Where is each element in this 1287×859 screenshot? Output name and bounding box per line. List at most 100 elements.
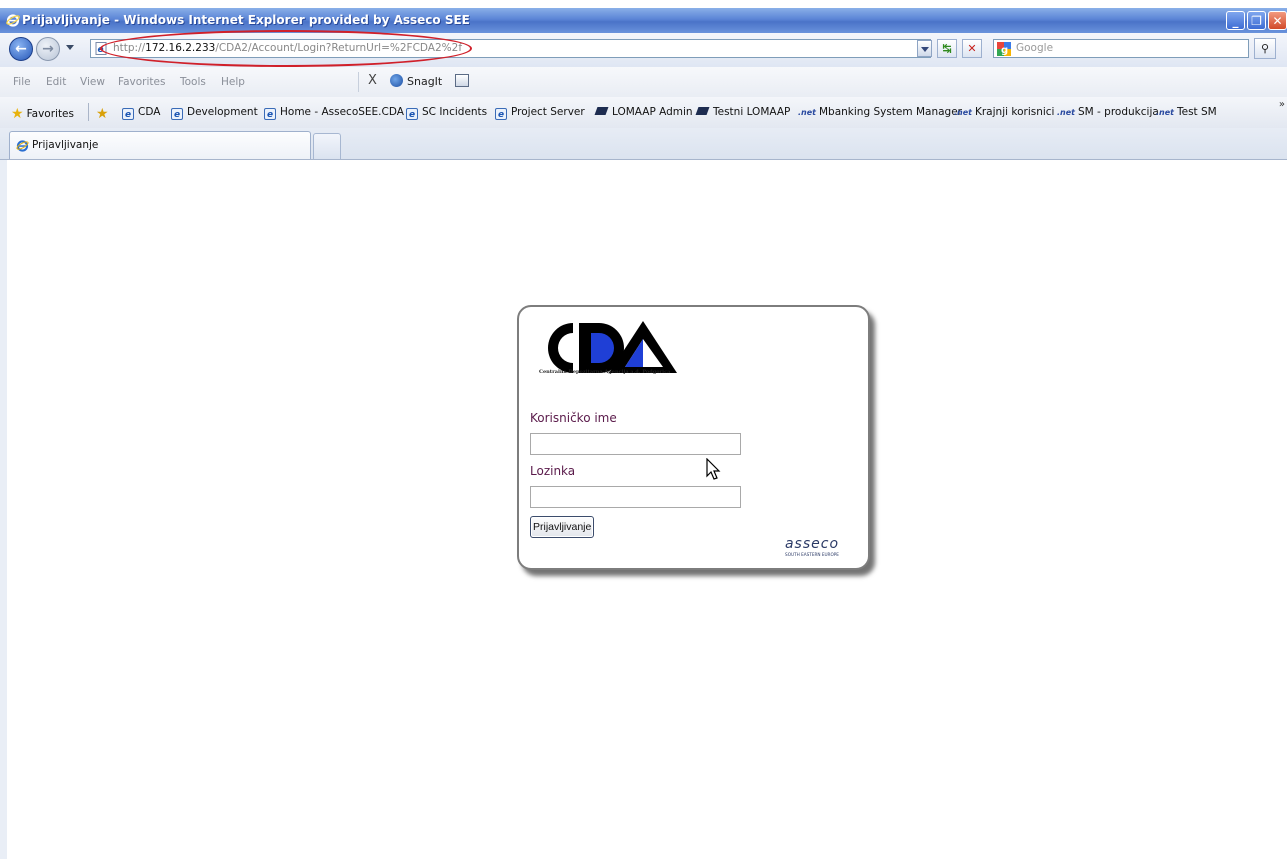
fav-label: Project Server <box>511 106 585 118</box>
favorites-separator <box>88 103 89 121</box>
search-placeholder: Google <box>1016 42 1054 54</box>
favorites-label: Favorites <box>26 108 74 120</box>
svg-text:g: g <box>1001 45 1008 56</box>
close-window-button[interactable]: ✕ <box>1268 11 1287 30</box>
window-title-bar[interactable]: Prijavljivanje - Windows Internet Explor… <box>0 8 1287 33</box>
login-panel: Centralna Depozitarna Agencija a.d. Podg… <box>517 305 870 570</box>
tab-label: Prijavljivanje <box>32 139 99 151</box>
menu-tools[interactable]: Tools <box>180 76 206 88</box>
chevron-right-icon[interactable]: » <box>1279 99 1285 110</box>
url-host: 172.16.2.233 <box>145 42 216 54</box>
fav-link-mbanking[interactable]: .net Mbanking System Manager <box>798 106 962 118</box>
asseco-brand-text: asseco <box>785 536 839 552</box>
favorites-button[interactable]: ★ Favorites <box>11 106 74 122</box>
menu-view[interactable]: View <box>80 76 105 88</box>
fav-link-testni-lomaap[interactable]: Testni LOMAAP <box>695 106 791 118</box>
ie-icon: e <box>264 108 276 120</box>
ie-icon: e <box>406 108 418 120</box>
menu-file[interactable]: File <box>13 76 31 88</box>
logo-subtitle: Centralna Depozitarna Agencija a.d. Podg… <box>539 369 671 375</box>
close-toolbar-button[interactable]: X <box>368 73 377 88</box>
fav-label: Test SM <box>1176 106 1217 118</box>
fav-label: Home - AssecoSEE.CDA <box>280 106 404 118</box>
history-dropdown-button[interactable] <box>66 45 74 50</box>
fav-label: LOMAAP Admin <box>612 106 693 118</box>
net-icon: .net <box>1156 108 1174 117</box>
fav-link-test-sm[interactable]: .net Test SM <box>1156 106 1217 118</box>
url-path: /CDA2/Account/Login?ReturnUrl=%2FCDA2%2f <box>215 42 463 54</box>
net-icon: .net <box>798 108 816 117</box>
search-button[interactable]: ⚲ <box>1254 38 1276 59</box>
menu-bar: File Edit View Favorites Tools Help X Sn… <box>0 67 1287 98</box>
net-icon: .net <box>1057 108 1075 117</box>
tab-strip: Prijavljivanje <box>0 128 1287 160</box>
fav-link-krajnji-korisnici[interactable]: .net Krajnji korisnici <box>954 106 1054 118</box>
ie-tab-icon <box>16 140 29 152</box>
username-input[interactable] <box>530 433 741 455</box>
tab-prijavljivanje[interactable]: Prijavljivanje <box>9 131 311 159</box>
asseco-logo: asseco SOUTH EASTERN EUROPE <box>785 536 839 557</box>
minimize-button[interactable]: _ <box>1226 11 1245 30</box>
address-dropdown-button[interactable] <box>917 40 932 57</box>
fav-link-project-server[interactable]: e Project Server <box>495 106 585 120</box>
google-icon: g <box>997 42 1011 56</box>
diamond-icon <box>594 107 609 115</box>
new-tab-button[interactable] <box>313 133 341 159</box>
back-button[interactable]: ← <box>9 37 33 61</box>
fav-label: SC Incidents <box>422 106 488 118</box>
fav-label: Krajnji korisnici <box>974 106 1055 118</box>
fav-label: Development <box>187 106 258 118</box>
login-button[interactable]: Prijavljivanje <box>530 516 595 538</box>
password-label: Lozinka <box>530 464 576 478</box>
fav-label: CDA <box>138 106 161 118</box>
menu-separator <box>358 72 359 92</box>
snagit-button[interactable]: SnagIt <box>390 74 442 88</box>
add-favorite-button[interactable]: ★ <box>96 106 112 122</box>
address-toolbar: ← → e http://172.16.2.233/CDA2/Account/L… <box>0 33 1287 67</box>
fav-label: Mbanking System Manager <box>818 106 962 118</box>
refresh-icon: ↹ <box>942 42 952 55</box>
stop-icon: ✕ <box>967 42 977 55</box>
snagit-capture-icon[interactable] <box>455 74 469 87</box>
address-input[interactable]: e http://172.16.2.233/CDA2/Account/Login… <box>90 39 931 58</box>
restore-button[interactable]: ❐ <box>1247 11 1266 30</box>
mouse-cursor-icon <box>706 458 721 480</box>
fav-label: SM - produkcija <box>1077 106 1159 118</box>
url-prefix: http:// <box>113 42 146 54</box>
star-icon: ★ <box>11 106 24 122</box>
fav-link-cda[interactable]: e CDA <box>122 106 160 120</box>
diamond-icon <box>695 107 710 115</box>
search-icon: ⚲ <box>1260 42 1270 55</box>
fav-link-sc-incidents[interactable]: e SC Incidents <box>406 106 487 120</box>
fav-link-development[interactable]: e Development <box>171 106 258 120</box>
close-icon: ✕ <box>1272 14 1283 28</box>
snagit-icon <box>390 74 403 87</box>
refresh-button[interactable]: ↹ <box>937 39 957 58</box>
ie-icon: e <box>171 108 183 120</box>
menu-help[interactable]: Help <box>221 76 245 88</box>
restore-icon: ❐ <box>1251 14 1262 28</box>
page-icon: e <box>95 42 107 55</box>
arrow-right-icon: → <box>42 41 54 57</box>
net-icon: .net <box>954 108 972 117</box>
add-favorite-star-icon: ★ <box>96 106 109 122</box>
fav-link-lomaap-admin[interactable]: LOMAAP Admin <box>594 106 693 118</box>
svg-text:e: e <box>98 45 104 55</box>
username-label: Korisničko ime <box>530 411 617 425</box>
ie-logo-icon <box>6 14 20 27</box>
fav-label: Testni LOMAAP <box>713 106 791 118</box>
snagit-label: SnagIt <box>407 75 443 88</box>
ie-icon: e <box>495 108 507 120</box>
menu-favorites[interactable]: Favorites <box>118 76 165 88</box>
window-title: Prijavljivanje - Windows Internet Explor… <box>22 13 470 27</box>
arrow-left-icon: ← <box>15 41 27 57</box>
search-input[interactable]: g Google <box>993 39 1249 58</box>
asseco-tagline: SOUTH EASTERN EUROPE <box>785 552 839 557</box>
fav-link-sm-produkcija[interactable]: .net SM - produkcija <box>1057 106 1159 118</box>
menu-edit[interactable]: Edit <box>46 76 66 88</box>
fav-link-home-assecosee[interactable]: e Home - AssecoSEE.CDA <box>264 106 404 120</box>
forward-button[interactable]: → <box>36 37 60 61</box>
password-input[interactable] <box>530 486 741 508</box>
ie-icon: e <box>122 108 134 120</box>
stop-button[interactable]: ✕ <box>962 39 982 58</box>
